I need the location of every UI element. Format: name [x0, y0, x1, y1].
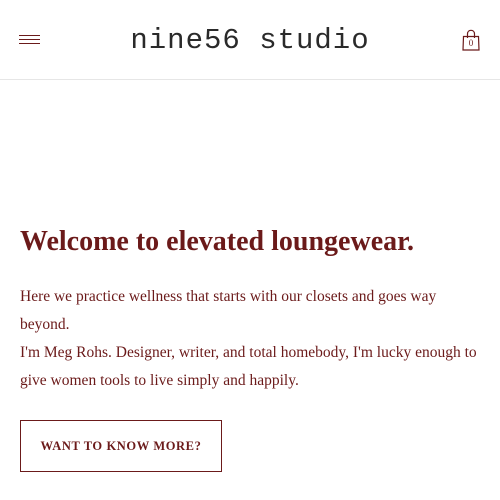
intro-paragraph-1: Here we practice wellness that starts wi… [20, 288, 437, 333]
hero-title: Welcome to elevated loungewear. [20, 226, 414, 257]
intro-text: Here we practice wellness that starts wi… [20, 283, 482, 395]
intro-paragraph-2: I'm Meg Rohs. Designer, writer, and tota… [20, 344, 477, 389]
menu-line [19, 35, 40, 37]
cart-count-badge: 0 [468, 38, 474, 48]
want-to-know-more-button[interactable]: WANT TO KNOW MORE? [20, 420, 222, 472]
menu-line [19, 39, 40, 41]
menu-line [19, 43, 40, 45]
site-header: nine56 studio 0 [0, 0, 500, 80]
hamburger-menu-icon[interactable] [19, 33, 41, 47]
cart-button[interactable]: 0 [460, 29, 482, 51]
site-logo[interactable]: nine56 studio [124, 22, 376, 58]
